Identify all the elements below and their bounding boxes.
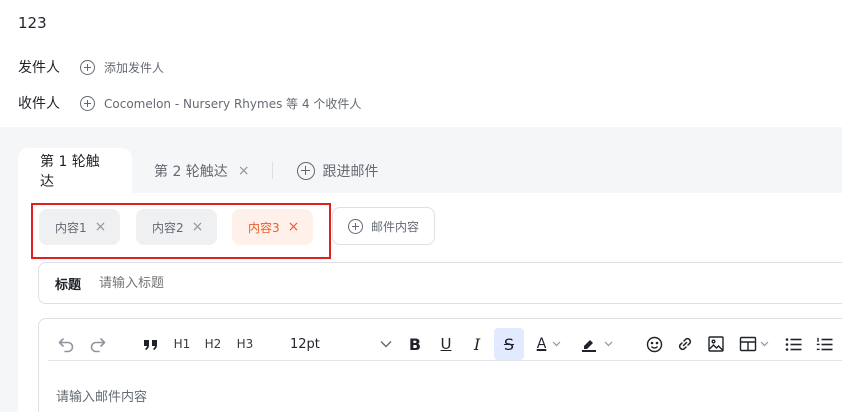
heading-1-button[interactable]: H1 bbox=[172, 328, 192, 360]
bullet-list-icon[interactable] bbox=[783, 328, 803, 360]
font-size-select[interactable]: 12pt bbox=[282, 328, 400, 360]
close-icon[interactable]: × bbox=[288, 219, 300, 235]
heading-3-button[interactable]: H3 bbox=[235, 328, 255, 360]
strikethrough-button[interactable]: S bbox=[494, 328, 524, 360]
chevron-down-icon bbox=[604, 341, 612, 347]
table-icon[interactable] bbox=[737, 328, 771, 360]
sender-row: 发件人 添加发件人 bbox=[18, 57, 164, 77]
add-content-label: 邮件内容 bbox=[370, 219, 419, 234]
chip-label: 内容2 bbox=[152, 220, 184, 235]
add-circle-icon[interactable] bbox=[80, 95, 95, 111]
text-color-button[interactable]: A bbox=[532, 328, 566, 360]
add-circle-icon bbox=[347, 218, 363, 234]
close-icon[interactable]: × bbox=[238, 163, 250, 179]
body-placeholder[interactable]: 请输入邮件内容 bbox=[56, 386, 147, 405]
editor-toolbar: H1 H2 H3 12pt B U I S A bbox=[48, 328, 842, 361]
link-icon[interactable] bbox=[675, 328, 695, 360]
emoji-icon[interactable] bbox=[644, 328, 664, 360]
highlighter-icon bbox=[581, 340, 596, 352]
undo-icon[interactable] bbox=[54, 328, 78, 360]
subject-input[interactable] bbox=[99, 275, 500, 291]
add-followup-tab[interactable]: 跟进邮件 bbox=[273, 148, 379, 193]
content-chip-2[interactable]: 内容2 × bbox=[136, 209, 218, 245]
redo-icon[interactable] bbox=[86, 328, 110, 360]
add-sender-link[interactable]: 添加发件人 bbox=[104, 59, 164, 76]
content-chip-1[interactable]: 内容1 × bbox=[39, 209, 121, 245]
chevron-down-icon bbox=[760, 341, 769, 347]
bold-button[interactable]: B bbox=[405, 328, 425, 360]
email-title: 123 bbox=[18, 14, 47, 32]
subject-label: 标题 bbox=[55, 277, 82, 293]
close-icon[interactable]: × bbox=[192, 219, 204, 235]
recipient-summary[interactable]: Cocomelon - Nursery Rhymes 等 4 个收件人 bbox=[104, 95, 361, 112]
tab-label: 第 2 轮触达 bbox=[154, 163, 228, 180]
italic-button[interactable]: I bbox=[467, 328, 487, 360]
tab-round-2[interactable]: 第 2 轮触达 × bbox=[132, 148, 272, 193]
add-circle-icon bbox=[296, 161, 315, 180]
close-icon[interactable]: × bbox=[95, 219, 107, 235]
quote-icon[interactable] bbox=[140, 328, 162, 360]
tab-label: 第 1 轮触达 bbox=[40, 153, 100, 190]
content-chip-3[interactable]: 内容3 × bbox=[232, 209, 314, 245]
add-content-button[interactable]: 邮件内容 bbox=[332, 207, 435, 245]
chevron-down-icon bbox=[552, 341, 561, 347]
chevron-down-icon bbox=[380, 341, 392, 348]
highlight-color-button[interactable] bbox=[574, 328, 618, 360]
chip-label: 内容3 bbox=[248, 220, 280, 235]
tab-round-1[interactable]: 第 1 轮触达 bbox=[18, 148, 132, 193]
chip-label: 内容1 bbox=[55, 220, 87, 235]
followup-label: 跟进邮件 bbox=[322, 163, 379, 180]
text-color-label: A bbox=[536, 336, 547, 352]
font-size-value: 12pt bbox=[290, 336, 320, 352]
underline-button[interactable]: U bbox=[436, 328, 456, 360]
sender-label: 发件人 bbox=[18, 60, 60, 76]
heading-2-button[interactable]: H2 bbox=[203, 328, 223, 360]
numbered-list-icon[interactable] bbox=[814, 328, 834, 360]
image-icon[interactable] bbox=[706, 328, 726, 360]
round-tabs: 第 1 轮触达 第 2 轮触达 × 跟进邮件 bbox=[18, 148, 379, 193]
add-circle-icon[interactable] bbox=[80, 59, 95, 75]
recipient-row: 收件人 Cocomelon - Nursery Rhymes 等 4 个收件人 bbox=[18, 93, 361, 113]
recipient-label: 收件人 bbox=[18, 96, 60, 112]
subject-row: 标题 bbox=[38, 262, 842, 304]
